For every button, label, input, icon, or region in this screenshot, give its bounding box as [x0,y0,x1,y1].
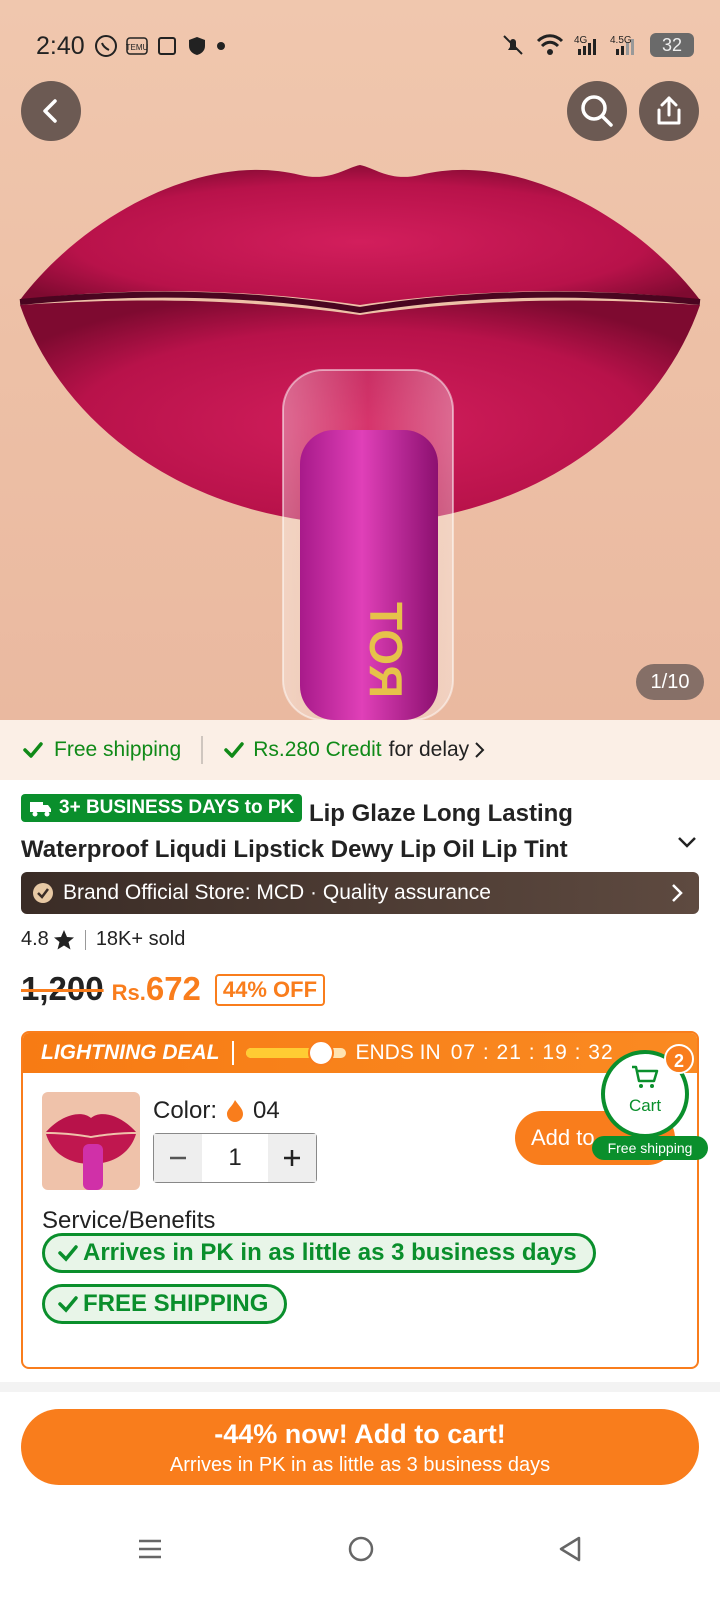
cart-count-badge: 2 [664,1044,694,1074]
color-selector[interactable]: Color: 04 [153,1097,280,1125]
lipstick-thumbnail-image [46,1114,136,1190]
minus-icon [170,1156,186,1160]
status-left-icons: TEMU [94,34,226,58]
search-button[interactable] [567,81,627,141]
shipping-strip[interactable]: Free shipping Rs.280 Credit for delay [0,720,720,780]
increment-button[interactable] [268,1134,316,1182]
credit-suffix: for delay [388,738,470,761]
brand-store-bar[interactable]: Brand Official Store: MCD · Quality assu… [21,872,699,914]
section-divider [0,1382,720,1392]
discount-badge: 44% OFF [214,974,326,1006]
currency-symbol: Rs. [111,980,146,1005]
check-icon [58,1245,78,1262]
whatsapp-icon [95,35,117,57]
back-triangle-icon [559,1536,581,1562]
deal-progress-bar [245,1040,346,1066]
price-row: 1,200 Rs. 672 44% OFF [21,970,326,1009]
delivery-badge-label: 3+ BUSINESS DAYS to PK [59,797,295,818]
lightning-deal-box: LIGHTNING DEAL ENDS IN 07 : 21 : 19 : 32… [21,1031,699,1369]
deal-title: LIGHTNING DEAL [41,1041,220,1064]
square-icon [158,37,176,55]
menu-icon [139,1539,161,1559]
status-time: 2:40 [36,32,85,60]
product-page: TOЯ 2:40 TEMU 4G 4.5G 32 1/10 Free shipp… [0,0,720,1600]
flame-icon [227,1100,244,1122]
divider [231,1041,234,1065]
brand-store-label: Brand Official Store: MCD · Quality assu… [63,881,491,904]
cta-title: -44% now! Add to cart! [214,1419,506,1449]
divider [201,736,204,764]
search-icon [581,95,613,127]
check-icon [58,1296,78,1313]
benefit-badge: FREE SHIPPING [42,1284,288,1324]
cart-free-shipping-badge: Free shipping [592,1136,708,1160]
cta-subtitle: Arrives in PK in as little as 3 business… [169,1454,551,1476]
benefit-label: FREE SHIPPING [83,1290,269,1317]
signal-4.5g-icon: 4.5G [610,35,634,55]
share-button[interactable] [639,81,699,141]
wifi-icon [536,34,564,55]
free-shipping-label: Free shipping [54,738,182,761]
current-price: 672 [145,970,201,1007]
original-price: 1,200 [21,970,104,1007]
chevron-right-icon [475,742,485,758]
svg-text:TOЯ: TOЯ [360,602,412,698]
back-button[interactable] [21,81,81,141]
add-to-cart-cta[interactable]: -44% now! Add to cart! Arrives in PK in … [21,1409,699,1485]
truck-icon [30,802,51,817]
benefit-badge: Arrives in PK in as little as 3 business… [42,1233,596,1273]
system-nav-bar [0,1500,720,1600]
quantity-value[interactable]: 1 [202,1134,268,1182]
cart-icon [632,1065,659,1088]
check-icon [23,742,43,758]
back-arrow-icon [43,99,57,123]
status-bar: 2:40 TEMU 4G 4.5G 32 [0,0,720,92]
temu-icon: TEMU [126,37,148,55]
status-right-icons: 4G 4.5G 32 [500,32,694,58]
svg-text:4G: 4G [574,35,588,46]
deal-timer: 07 : 21 : 19 : 32 [450,1041,614,1064]
product-title: 3+ BUSINESS DAYS to PK Lip Glaze Long La… [21,794,701,868]
svg-text:TEMU: TEMU [126,43,148,52]
recents-button[interactable] [125,1524,175,1574]
home-circle-icon [348,1536,374,1562]
color-value: 04 [253,1097,280,1124]
service-title: Service/Benefits [42,1207,216,1234]
rating-score: 4.8 [21,928,49,950]
deal-ends-label: ENDS IN [355,1041,441,1064]
clock-icon [307,1040,334,1066]
sold-count: 18K+ sold [95,928,186,950]
battery-icon: 32 [650,33,694,57]
variant-thumbnail[interactable] [42,1092,140,1190]
benefit-label: Arrives in PK in as little as 3 business… [83,1239,577,1266]
image-counter: 1/10 [636,664,704,700]
dot-icon [217,42,225,50]
signal-4g-icon: 4G [574,35,596,55]
mute-icon [503,35,523,55]
back-nav-button[interactable] [545,1524,595,1574]
color-label: Color: [153,1097,218,1124]
cart-label: Cart [628,1096,662,1115]
share-icon [657,96,681,125]
check-icon [224,742,244,758]
rating-row[interactable]: 4.8 18K+ sold [21,928,185,951]
deal-header: LIGHTNING DEAL ENDS IN 07 : 21 : 19 : 32 [23,1033,697,1073]
shield-icon [189,37,205,55]
chevron-right-icon [672,884,683,902]
star-icon [53,929,74,949]
home-button[interactable] [336,1524,386,1574]
decrement-button[interactable] [154,1134,202,1182]
verified-icon [33,883,53,903]
plus-icon [284,1150,300,1166]
quantity-stepper: 1 [153,1133,317,1183]
chevron-down-icon[interactable] [676,834,698,850]
delivery-badge: 3+ BUSINESS DAYS to PK [21,794,303,822]
credit-amount: Rs.280 Credit [253,738,382,761]
divider [84,929,86,950]
